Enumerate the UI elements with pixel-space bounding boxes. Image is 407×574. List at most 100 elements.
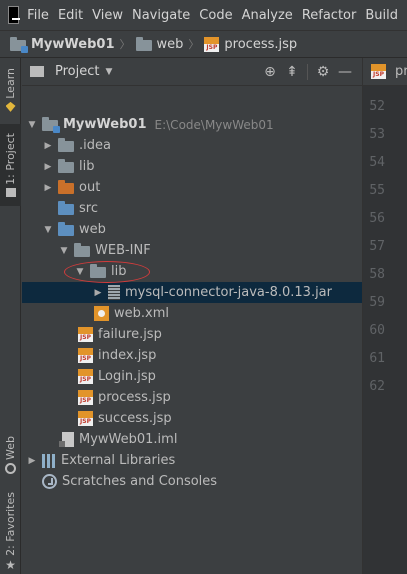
menu-build[interactable]: Build [365,8,398,23]
folder-icon [58,159,74,173]
tree-node-label: Scratches and Consoles [62,474,218,489]
tree-node-web-inf[interactable]: ▼ WEB-INF [22,240,362,261]
project-folder-icon [5,188,16,198]
folder-icon [58,138,74,152]
web-folder-icon [58,222,74,236]
line-number: 57 [369,239,385,254]
tree-node-failure-jsp[interactable]: ▶ JSP failure.jsp [22,324,362,345]
iml-file-icon [59,432,74,447]
learn-tool-label: Learn [4,68,17,99]
project-tool-label: 1: Project [4,132,17,185]
tree-node-path: E:\Code\MywWeb01 [154,117,274,132]
favorites-tool-button[interactable]: 2: Favorites ★ [0,490,21,574]
breadcrumb-project-label: MywWeb01 [31,36,115,52]
learn-icon [5,101,16,112]
expanded-arrow-icon[interactable]: ▼ [26,120,38,130]
project-view-icon [30,66,44,77]
tree-node-lib[interactable]: ▶ lib [22,156,362,177]
jsp-file-icon: JSP [78,390,93,405]
breadcrumb-separator-icon: 〉 [119,38,131,51]
project-panel-title[interactable]: Project [55,64,99,79]
gear-icon[interactable]: ⚙ [312,64,334,80]
tree-node-external-libraries[interactable]: ▶ External Libraries [22,450,362,471]
menu-edit[interactable]: Edit [58,8,83,23]
left-tool-strip: Learn 1: Project Web 2: Favorites ★ [0,58,21,574]
project-panel-header: Project ▼ ⊕ ⇞ ⚙ — [22,58,362,86]
menu-analyze[interactable]: Analyze [242,8,293,23]
tree-node-success-jsp[interactable]: ▶ JSP success.jsp [22,408,362,429]
tree-node-label: success.jsp [98,411,172,426]
learn-tool-button[interactable]: Learn [0,64,21,116]
folder-icon [135,36,152,51]
breadcrumb-file-label: process.jsp [224,36,298,52]
libraries-icon [42,453,56,468]
jsp-file-icon: JSP [78,348,93,363]
tree-node-src[interactable]: ▶ src [22,198,362,219]
line-number: 62 [369,379,385,394]
tree-node-process-jsp[interactable]: ▶ JSP process.jsp [22,387,362,408]
tree-node-label: MywWeb01 [63,117,147,132]
jsp-file-icon: JSP [204,36,220,52]
menu-refactor[interactable]: Refactor [302,8,357,23]
editor-gutter: 52 53 54 55 56 57 58 59 60 61 62 [363,86,407,574]
line-number: 56 [369,211,385,226]
tree-node-login-jsp[interactable]: ▶ JSP Login.jsp [22,366,362,387]
menu-view[interactable]: View [92,8,123,23]
tree-node-label: src [79,201,98,216]
breadcrumb-file[interactable]: JSP process.jsp [204,36,298,52]
tree-node-scratches[interactable]: ▶ Scratches and Consoles [22,471,362,492]
tree-node-web[interactable]: ▼ web [22,219,362,240]
tree-node-mysql-jar[interactable]: ▶ mysql-connector-java-8.0.13.jar [22,282,362,303]
scratches-icon [42,474,57,489]
tree-node-web-xml[interactable]: ▶ web.xml [22,303,362,324]
tree-node-iml[interactable]: ▶ MywWeb01.iml [22,429,362,450]
tree-node-root[interactable]: ▼ MywWeb01 E:\Code\MywWeb01 [22,114,362,135]
menu-bar: File Edit View Navigate Code Analyze Ref… [0,0,407,30]
editor-tab[interactable]: JSP pro [363,58,407,86]
source-folder-icon [58,201,74,215]
jsp-file-icon: JSP [371,64,386,79]
favorites-tool-label: 2: Favorites [4,492,17,556]
line-number: 55 [369,183,385,198]
breadcrumb-folder[interactable]: web [135,36,184,52]
editor-tab-label: pro [395,64,407,79]
project-tool-button[interactable]: 1: Project [0,124,21,206]
tree-node-label: process.jsp [98,390,171,405]
minimize-icon[interactable]: — [334,64,356,80]
chevron-down-icon[interactable]: ▼ [105,67,112,77]
collapsed-arrow-icon[interactable]: ▶ [42,141,54,151]
menu-file[interactable]: File [27,8,49,23]
tree-node-label: External Libraries [61,453,176,468]
menu-code[interactable]: Code [199,8,232,23]
collapsed-arrow-icon[interactable]: ▶ [42,162,54,172]
expanded-arrow-icon[interactable]: ▼ [58,246,70,256]
tree-node-label: mysql-connector-java-8.0.13.jar [125,285,332,300]
tree-node-out[interactable]: ▶ out [22,177,362,198]
web-tool-button[interactable]: Web [0,430,21,480]
breadcrumb-folder-label: web [156,36,184,52]
tree-node-label: web [79,222,106,237]
collapsed-arrow-icon[interactable]: ▶ [26,456,38,466]
project-panel: Project ▼ ⊕ ⇞ ⚙ — ▼ MywWeb01 E:\Code\Myw… [22,58,362,574]
collapsed-arrow-icon[interactable]: ▶ [92,288,104,298]
menu-navigate[interactable]: Navigate [132,8,190,23]
tree-node-idea[interactable]: ▶ .idea [22,135,362,156]
target-icon[interactable]: ⊕ [259,64,281,80]
breadcrumb-project[interactable]: MywWeb01 [10,36,115,53]
star-icon: ★ [5,557,16,572]
tree-node-label: index.jsp [98,348,157,363]
jsp-file-icon: JSP [78,369,93,384]
xml-file-icon [94,306,109,321]
tree-node-label: MywWeb01.iml [79,432,178,447]
jsp-file-icon: JSP [78,411,93,426]
intellij-logo-icon [8,6,21,24]
collapsed-arrow-icon[interactable]: ▶ [42,183,54,193]
breadcrumb-separator-icon: 〉 [188,38,200,51]
tree-node-index-jsp[interactable]: ▶ JSP index.jsp [22,345,362,366]
tree-node-label: WEB-INF [95,243,151,258]
expanded-arrow-icon[interactable]: ▼ [42,225,54,235]
line-number: 54 [369,155,385,170]
highlight-annotation [64,261,150,283]
collapse-all-icon[interactable]: ⇞ [281,64,303,80]
tree-node-label: Login.jsp [98,369,156,384]
